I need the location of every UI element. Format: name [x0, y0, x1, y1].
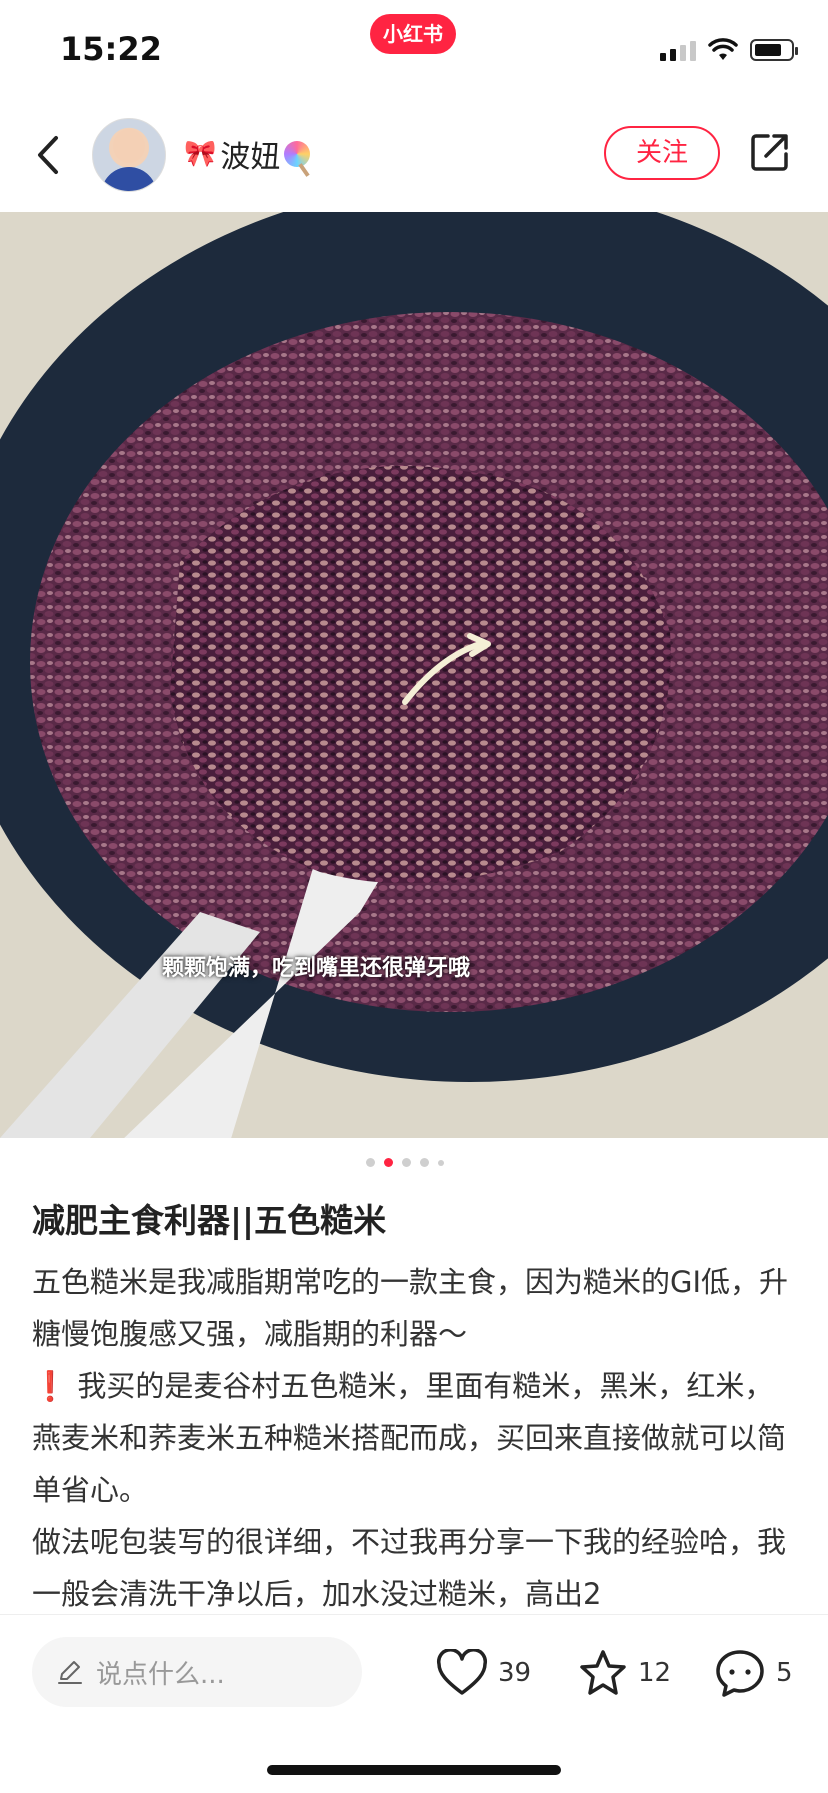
bottom-action-bar: 说点什么... 39 12 5	[0, 1614, 828, 1793]
favorite-button[interactable]: 12	[578, 1645, 671, 1701]
follow-button[interactable]: 关注	[604, 126, 720, 180]
battery-icon	[750, 39, 798, 61]
like-count: 39	[498, 1658, 532, 1688]
carousel-indicator	[366, 1158, 444, 1167]
wifi-icon	[708, 38, 738, 60]
status-time: 15:22	[60, 30, 162, 68]
home-indicator[interactable]	[267, 1765, 561, 1775]
like-button[interactable]: 39	[436, 1645, 531, 1701]
post-paragraph: 做法呢包装写的很详细，不过我再分享一下我的经验哈，我一般会清洗干净以后，加水没过…	[32, 1525, 787, 1611]
pencil-icon	[58, 1661, 82, 1684]
comment-button[interactable]: 5	[714, 1645, 793, 1701]
status-icons	[660, 36, 798, 64]
post-paragraph: ❗ 我买的是麦谷村五色糙米，里面有糙米，黑米，红米，燕麦米和荞麦米五种糙米搭配而…	[32, 1360, 800, 1516]
carousel-dot	[402, 1158, 411, 1167]
post-title: 减肥主食利器||五色糙米	[32, 1201, 387, 1240]
share-icon[interactable]	[748, 130, 792, 174]
carousel-dot-active	[384, 1158, 393, 1167]
author-avatar[interactable]	[92, 118, 166, 192]
carousel-dot	[366, 1158, 375, 1167]
app-badge[interactable]: 小红书	[370, 14, 456, 54]
lollipop-icon	[284, 141, 311, 167]
carousel-dot	[420, 1158, 429, 1167]
photo-caption: 颗颗饱满，吃到嘴里还很弹牙哦	[162, 956, 471, 981]
note-header: 🎀 波妞 关注	[0, 100, 828, 210]
post-body: 五色糙米是我减脂期常吃的一款主食，因为糙米的GI低，升糖慢饱腹感又强，减脂期的利…	[32, 1256, 800, 1620]
comment-placeholder: 说点什么...	[96, 1659, 225, 1690]
rice-pot-image	[0, 212, 828, 1138]
carousel-dot	[438, 1159, 444, 1166]
exclamation-icon: ❗	[32, 1369, 69, 1403]
author-name-text: 波妞	[220, 140, 281, 175]
comment-count: 5	[776, 1658, 793, 1688]
post-paragraph: 五色糙米是我减脂期常吃的一款主食，因为糙米的GI低，升糖慢饱腹感又强，减脂期的利…	[32, 1265, 789, 1351]
bow-icon: 🎀	[184, 139, 217, 169]
favorite-count: 12	[638, 1658, 672, 1688]
comment-bubble-icon	[716, 1650, 764, 1697]
author-name[interactable]: 🎀 波妞	[184, 132, 311, 176]
comment-input[interactable]: 说点什么...	[32, 1637, 362, 1707]
cellular-signal-icon	[660, 39, 696, 61]
status-bar: 15:22 小红书	[0, 0, 828, 100]
post-photo[interactable]: 颗颗饱满，吃到嘴里还很弹牙哦	[0, 212, 828, 1138]
heart-icon	[436, 1649, 488, 1695]
back-icon[interactable]	[30, 130, 70, 180]
post-paragraph-text: 我买的是麦谷村五色糙米，里面有糙米，黑米，红米，燕麦米和荞麦米五种糙米搭配而成，…	[32, 1369, 787, 1507]
star-icon	[580, 1650, 626, 1695]
